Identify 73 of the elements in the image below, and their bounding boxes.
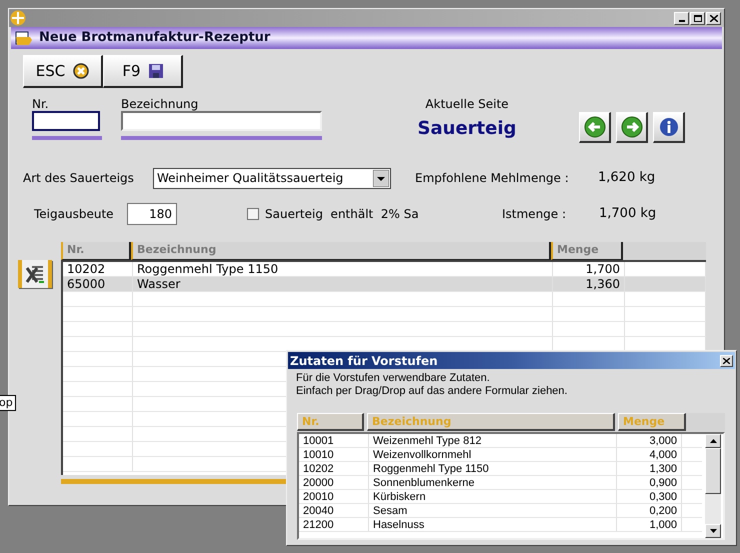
table-cell: 3,000 <box>617 434 682 447</box>
page-name: Sauerteig <box>418 117 516 141</box>
table-cell: Weizenmehl Type 812 <box>369 434 617 447</box>
close-button[interactable] <box>706 12 721 24</box>
table-cell: 0,900 <box>617 476 682 489</box>
field-label: Nr. <box>32 96 50 111</box>
scroll-up-button[interactable] <box>705 434 721 448</box>
instruction-text: Für die Vorstufen verwendbare Zutaten. <box>296 372 491 385</box>
dropdown-arrow-icon <box>373 170 389 186</box>
checkbox[interactable] <box>247 208 259 220</box>
scroll-down-button[interactable] <box>705 524 721 538</box>
down-arrow-icon <box>710 529 716 533</box>
back-button[interactable] <box>579 112 611 143</box>
table-cell: 65000 <box>63 277 133 291</box>
close-icon <box>710 14 718 22</box>
field-label: Teigausbeute <box>34 206 115 223</box>
table-cell: 20040 <box>299 504 369 517</box>
table-cell: Kürbiskern <box>369 490 617 503</box>
yield-field[interactable]: 180 <box>127 203 177 225</box>
checkbox-label: Sauerteig enthält 2% Sa <box>265 206 419 223</box>
cancel-button[interactable]: ESC <box>23 55 103 88</box>
value-text: 1,620 kg <box>598 169 656 188</box>
maximize-button[interactable] <box>690 12 705 24</box>
table-tool-button[interactable] <box>18 260 52 288</box>
info-icon <box>658 116 680 138</box>
dropdown[interactable]: Weinheimer Qualitätssauerteig <box>153 168 391 188</box>
table-cell: Sonnenblumenkerne <box>369 476 617 489</box>
table-cell: 20000 <box>299 476 369 489</box>
info-button[interactable] <box>653 112 685 143</box>
field-label: Bezeichnung <box>121 96 200 111</box>
table-cell: 10010 <box>299 448 369 461</box>
table-cell: 1,000 <box>617 518 682 531</box>
table-cell: 4,000 <box>617 448 682 461</box>
table-cell: 1,700 <box>553 262 625 276</box>
table-cell: 20010 <box>299 490 369 503</box>
column-header[interactable]: Nr. <box>61 242 131 260</box>
scroll-thumb[interactable] <box>705 448 721 494</box>
dialog-title: Zutaten für Vorstufen <box>290 352 438 370</box>
table-cell: Sesam <box>369 504 617 517</box>
window-title: Neue Brotmanufaktur-Rezeptur <box>39 29 270 48</box>
close-icon <box>723 358 730 364</box>
up-arrow-icon <box>710 439 716 443</box>
save-button[interactable]: F9 <box>103 55 183 88</box>
table-cell: Weizenvollkornmehl <box>369 448 617 461</box>
value-text: 1,700 kg <box>599 205 656 224</box>
table-cell: Roggenmehl Type 1150 <box>369 462 617 475</box>
close-button[interactable] <box>720 354 733 366</box>
table-cell: 0,300 <box>617 490 682 503</box>
field-label: Istmenge : <box>502 206 568 223</box>
table-cell: 10202 <box>299 462 369 475</box>
folder-icon <box>15 31 33 45</box>
forward-button[interactable] <box>616 112 648 143</box>
app-icon <box>10 10 26 26</box>
table-cell: Haselnuss <box>369 518 617 531</box>
field-label: Art des Sauerteigs <box>23 170 135 187</box>
table-cell: 1,300 <box>617 462 682 475</box>
field-label: Empfohlene Mehlmenge : <box>415 170 570 187</box>
table-cell: 21200 <box>299 518 369 531</box>
name-field[interactable] <box>121 111 322 131</box>
table-cell: 10001 <box>299 434 369 447</box>
table-cell: Wasser <box>133 277 553 291</box>
table-cell: Roggenmehl Type 1150 <box>133 262 553 276</box>
page-label: Aktuelle Seite <box>425 96 509 113</box>
list-delete-icon <box>25 264 45 284</box>
minimize-button[interactable] <box>674 12 689 24</box>
number-field[interactable] <box>32 111 100 131</box>
instruction-text: Einfach per Drag/Drop auf das andere Formular ziehen. <box>296 385 568 398</box>
table-cell: 0,200 <box>617 504 682 517</box>
table-cell: 10202 <box>63 262 133 276</box>
cancel-icon <box>73 63 90 79</box>
column-header[interactable]: Bezeichnung <box>131 242 551 260</box>
table-cell: 1,360 <box>553 277 625 291</box>
column-header[interactable]: Menge <box>551 242 623 260</box>
